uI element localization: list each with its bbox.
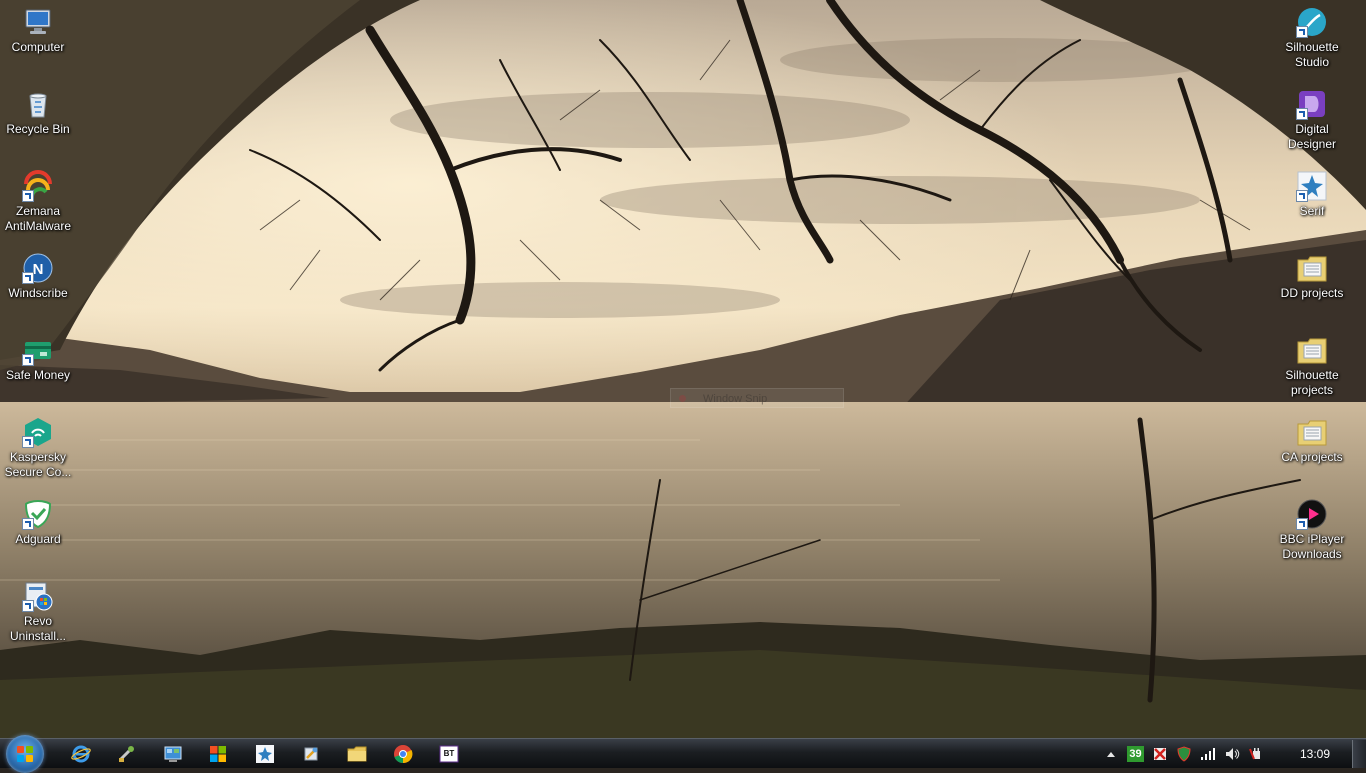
svg-text:N: N [33,261,44,278]
shortcut-arrow-icon [1296,190,1308,202]
windows-store-icon [210,746,226,762]
start-button[interactable] [6,735,44,773]
serif-icon [1296,170,1328,202]
tray-badge-counter[interactable]: 39 [1127,746,1144,762]
signal-bars-icon [1201,748,1215,760]
window-snip-ghost-title: Window Snip [703,393,768,405]
taskbar-bt[interactable]: BT [436,742,462,766]
shortcut-arrow-icon [1296,518,1308,530]
shortcut-arrow-icon [22,436,34,448]
folder-icon [1296,252,1328,284]
adguard-icon [22,498,54,530]
wallpaper-lake-scene [0,0,1366,738]
bt-icon-label: BT [443,749,455,758]
taskbar-windows-store[interactable] [205,742,231,766]
taskbar: BT 39 13:09 [0,735,1366,773]
shortcut-arrow-icon [22,354,34,366]
desktop-icon-revo-uninstaller[interactable]: Revo Uninstall... [0,580,76,644]
tray-network[interactable] [1198,739,1218,769]
folder-icon [1296,416,1328,448]
desktop-icon-adguard[interactable]: Adguard [0,498,76,547]
recycle-bin-icon [22,88,54,120]
desktop-icon-dd-projects[interactable]: DD projects [1274,252,1350,301]
kaspersky-icon [22,416,54,448]
computer-icon [22,6,54,38]
desktop-icon-windscribe[interactable]: N Windscribe [0,252,76,301]
tray-volume[interactable] [1222,739,1242,769]
zemana-icon [22,170,54,202]
shortcut-arrow-icon [1296,108,1308,120]
desktop-icon-ca-projects[interactable]: CA projects [1274,416,1350,465]
taskbar-control-panel[interactable] [160,742,186,766]
desktop-icon-recycle-bin[interactable]: Recycle Bin [0,88,76,137]
record-dot-icon [679,395,686,402]
shortcut-arrow-icon [1296,26,1308,38]
desktop-icon-kaspersky[interactable]: Kaspersky Secure Co... [0,416,76,480]
desktop-wallpaper [0,0,1366,738]
desktop-icon-digital-designer[interactable]: Digital Designer [1274,88,1350,152]
desktop-icon-safe-money[interactable]: Safe Money [0,334,76,383]
shortcut-arrow-icon [22,190,34,202]
desktop-icon-bbc-iplayer[interactable]: BBC iPlayer Downloads [1274,498,1350,562]
control-panel-icon [164,746,182,762]
window-snip-ghost: Window Snip [670,388,844,408]
tray-show-hidden-icons[interactable] [1104,739,1118,769]
show-desktop-button[interactable] [1352,740,1366,768]
silhouette-studio-icon [1296,6,1328,38]
digital-designer-icon [1296,88,1328,120]
taskbar-tool[interactable] [114,742,140,766]
desktop-icon-serif[interactable]: Serif [1274,170,1350,219]
bbc-iplayer-icon [1296,498,1328,530]
desktop-icon-zemana[interactable]: Zemana AntiMalware [0,170,76,234]
tool-icon [118,746,134,762]
tray-security-warning[interactable] [1150,739,1170,769]
shield-icon [1177,746,1191,762]
chrome-icon [394,745,413,764]
taskbar-chrome[interactable] [390,742,416,766]
taskbar-clock[interactable]: 13:09 [1284,739,1346,769]
windscribe-icon: N [22,252,54,284]
shortcut-arrow-icon [22,518,34,530]
power-plug-icon [1249,748,1260,760]
taskbar-file-explorer[interactable] [344,742,370,766]
taskbar-serif[interactable] [252,742,278,766]
flag-warning-icon [1154,748,1166,760]
desktop-icon-computer[interactable]: Computer [0,6,76,55]
tray-power[interactable] [1246,739,1266,769]
folder-icon [1296,334,1328,366]
internet-explorer-icon [71,745,91,763]
desktop-icon-silhouette-projects[interactable]: Silhouette projects [1274,334,1350,398]
shortcut-arrow-icon [22,600,34,612]
revo-uninstaller-icon [22,580,54,612]
windows-logo-icon [17,746,33,762]
tray-zemana[interactable] [1174,739,1194,769]
serif-icon [256,745,274,763]
speaker-icon [1226,748,1240,760]
file-explorer-icon [347,746,367,762]
taskbar-utility[interactable] [298,742,324,766]
safe-money-icon [22,334,54,366]
chevron-up-icon [1107,752,1115,757]
desktop-icon-silhouette-studio[interactable]: Silhouette Studio [1274,6,1350,70]
utility-icon [304,747,318,761]
shortcut-arrow-icon [22,272,34,284]
taskbar-internet-explorer[interactable] [68,742,94,766]
